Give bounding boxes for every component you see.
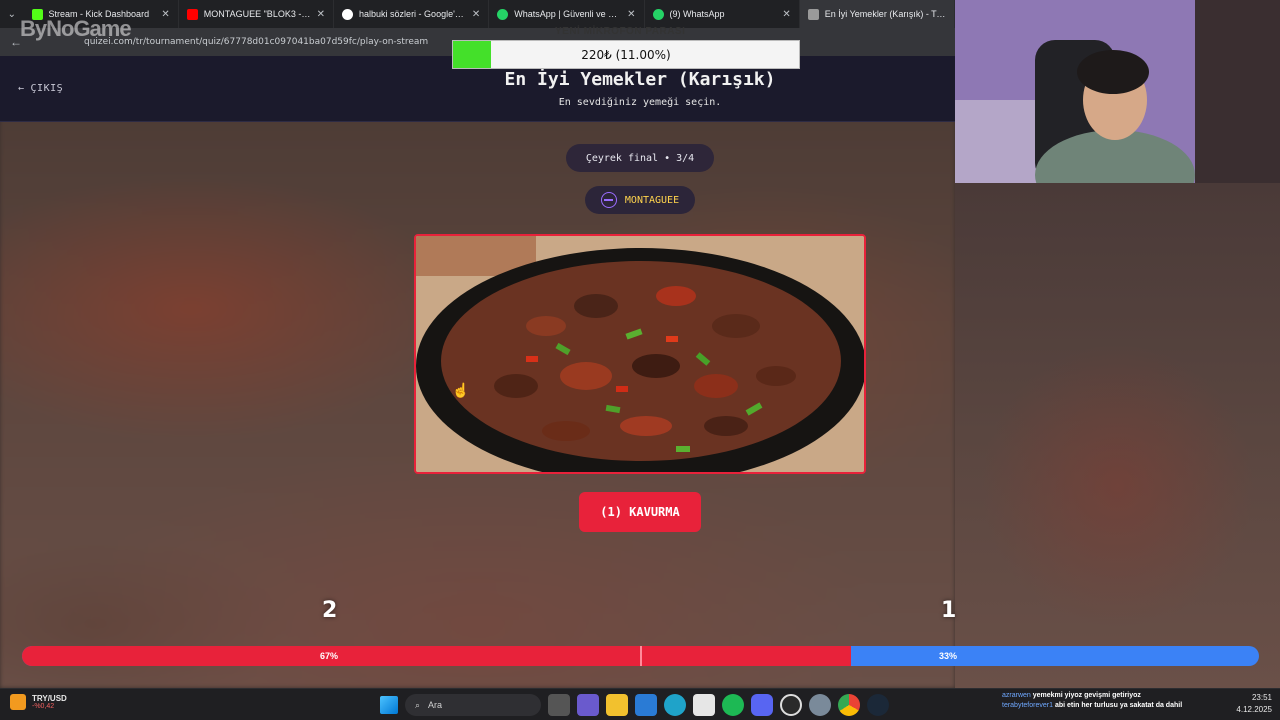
- user-badge: MONTAGUEE: [585, 186, 695, 214]
- tab-title: halbuki sözleri - Google'da Ara: [359, 9, 466, 19]
- taskbar-apps: ⌕ Ara: [380, 694, 889, 716]
- quiz-page: ← ÇIKIŞ Çeyrek final • 3/4 MONTAGUEE (1)…: [0, 56, 955, 688]
- file-explorer-icon[interactable]: [606, 694, 628, 716]
- steam-icon[interactable]: [867, 694, 889, 716]
- browser-tab[interactable]: WhatsApp | Güvenli ve Güvenli ✕: [489, 0, 645, 28]
- currency-icon: [10, 694, 26, 710]
- search-icon: ⌕: [415, 699, 421, 710]
- currency-widget[interactable]: TRY/USD -%0,42: [10, 694, 67, 710]
- ticker-change: -%0,42: [32, 703, 55, 710]
- chat-user: terabyteforever1: [1002, 702, 1053, 709]
- choice-button[interactable]: (1) KAVURMA: [579, 492, 701, 532]
- donation-progress-bar: 220₺ (11.00%): [452, 40, 800, 69]
- tab-title: WhatsApp | Güvenli ve Güvenli: [514, 9, 621, 19]
- chrome-icon[interactable]: [838, 694, 860, 716]
- watermark-logo: ByNoGame: [20, 16, 132, 41]
- close-tab-icon[interactable]: ✕: [317, 9, 325, 20]
- kavurma-pan-image: [416, 236, 864, 472]
- chat-user: azrarwen: [1002, 692, 1031, 699]
- settings-gear-icon[interactable]: [809, 694, 831, 716]
- vote-bar: 67% 33%: [22, 646, 1259, 666]
- system-clock[interactable]: 23:51 4.12.2025: [1236, 692, 1272, 716]
- chat-overlay: azrarwen yemekmi yiyoz gevişmi getiriyoz…: [1002, 691, 1182, 711]
- browser-tab[interactable]: (9) WhatsApp ✕: [645, 0, 800, 28]
- user-icon: [600, 192, 617, 208]
- close-tab-icon[interactable]: ✕: [472, 9, 480, 20]
- chat-message: abi etin her turlusu ya sakatat da dahil: [1054, 702, 1183, 709]
- spotify-icon[interactable]: [722, 694, 744, 716]
- vote-count-left: 2: [322, 598, 338, 623]
- close-tab-icon[interactable]: ✕: [627, 9, 635, 20]
- edge-icon[interactable]: [664, 694, 686, 716]
- browser-tab[interactable]: halbuki sözleri - Google'da Ara ✕: [334, 0, 490, 28]
- search-placeholder: Ara: [428, 700, 443, 710]
- mail-icon[interactable]: [635, 694, 657, 716]
- task-view-icon[interactable]: [548, 694, 570, 716]
- screen: ⌄ Stream - Kick Dashboard ✕ MONTAGUEE "B…: [0, 0, 1280, 720]
- clock-time: 23:51: [1251, 693, 1272, 702]
- donation-progress-text: 220₺ (11.00%): [581, 47, 671, 62]
- windows-start-icon[interactable]: [380, 696, 398, 714]
- whatsapp-icon: [652, 8, 664, 20]
- clock-date: 4.12.2025: [1236, 705, 1272, 714]
- taskbar-search[interactable]: ⌕ Ara: [405, 694, 541, 716]
- chat-message: yemekmi yiyoz gevişmi getiriyoz: [1032, 692, 1141, 699]
- webcam-feed: [955, 0, 1280, 183]
- vote-count-right: 1: [941, 598, 957, 623]
- youtube-icon: [186, 8, 198, 20]
- browser-tab[interactable]: MONTAGUEE "BLOK3 - KUSUR ✕: [179, 0, 335, 28]
- tab-title: En İyi Yemekler (Karışık) - Tier L: [824, 9, 947, 19]
- calendar-icon[interactable]: [693, 694, 715, 716]
- google-icon: [342, 8, 354, 20]
- quiz-icon: [807, 8, 819, 20]
- round-indicator: Çeyrek final • 3/4: [566, 144, 714, 172]
- username: MONTAGUEE: [624, 194, 680, 206]
- whatsapp-icon: [497, 8, 509, 20]
- browser-tab-bar: ⌄ Stream - Kick Dashboard ✕ MONTAGUEE "B…: [0, 0, 956, 28]
- store-icon[interactable]: [577, 694, 599, 716]
- vote-bar-midline: [640, 646, 642, 666]
- vote-pct-left: 67%: [320, 651, 339, 661]
- close-tab-icon[interactable]: ✕: [782, 9, 790, 20]
- tab-title: (9) WhatsApp: [669, 9, 725, 19]
- stream-side-blur: [955, 183, 1280, 688]
- url-text[interactable]: quizei.com/tr/tournament/quiz/67778d01c0…: [84, 37, 428, 47]
- vote-bar-left-fill: [22, 646, 851, 666]
- browser-tab-active[interactable]: En İyi Yemekler (Karışık) - Tier L: [799, 0, 956, 28]
- discord-icon[interactable]: [751, 694, 773, 716]
- vote-pct-right: 33%: [939, 651, 958, 661]
- close-tab-icon[interactable]: ✕: [161, 9, 169, 20]
- donation-goal-label: YENİ MİKROFON PARASI: [555, 26, 686, 37]
- webcam-image: [955, 0, 1280, 183]
- mouse-cursor-icon: ☝: [452, 382, 470, 398]
- obs-icon[interactable]: [780, 694, 802, 716]
- food-image-kavurma[interactable]: [414, 234, 866, 474]
- tab-title: MONTAGUEE "BLOK3 - KUSUR: [203, 9, 311, 19]
- ticker-name: TRY/USD: [32, 694, 67, 703]
